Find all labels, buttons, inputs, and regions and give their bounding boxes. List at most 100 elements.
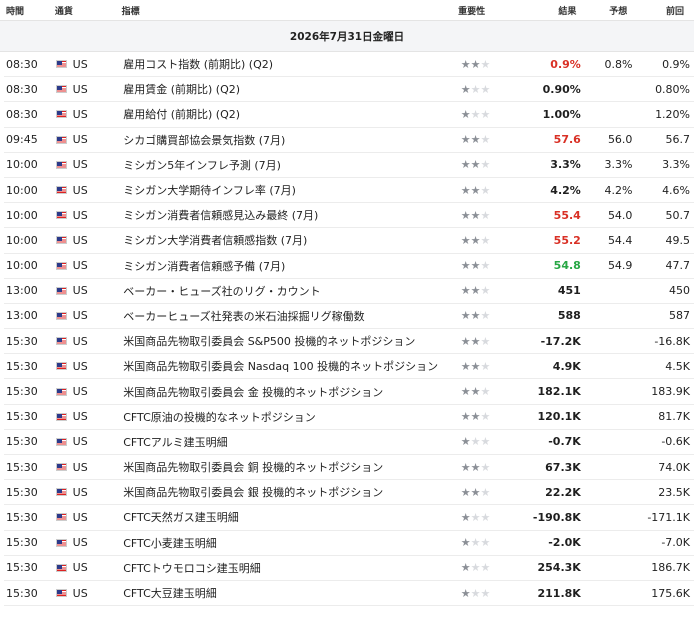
us-flag-icon [55,538,67,547]
star-icon: ★ [460,435,471,449]
star-icon: ★ [480,334,491,348]
event-name[interactable]: ミシガン大学期待インフレ率 (7月) [115,182,461,198]
event-name[interactable]: 米国商品先物取引委員会 Nasdaq 100 投機的ネットポジション [115,358,461,374]
star-icon: ★ [460,133,471,147]
event-name[interactable]: CFTC小麦建玉明細 [115,535,461,551]
event-name[interactable]: 米国商品先物取引委員会 銀 投機的ネットポジション [115,484,461,500]
event-time: 15:30 [6,460,38,474]
star-icon: ★ [480,82,491,96]
table-row[interactable]: 10:00 US ミシガン大学消費者信頼感指数 (7月) ★★★ 55.2 54.4 49.… [4,228,694,254]
us-flag-icon [55,261,67,270]
star-icon: ★ [470,259,481,273]
table-row[interactable]: 08:30 US 雇用賃金 (前期比) (Q2) ★★★ 0.90% 0.80% [4,77,694,103]
table-row[interactable]: 15:30 US CFTC原油の投機的なネットポジション ★★★ 120.1K 81.7K [4,404,694,430]
currency-code: US [72,510,88,524]
event-name[interactable]: ミシガン消費者信頼感予備 (7月) [115,258,461,274]
event-name[interactable]: ミシガン消費者信頼感見込み最終 (7月) [115,207,461,223]
event-currency: US [55,461,116,474]
currency-code: US [72,561,88,575]
table-row[interactable]: 15:30 US CFTC小麦建玉明細 ★★★ -2.0K -7.0K [4,531,694,556]
table-row[interactable]: 15:30 US CFTC天然ガス建玉明細 ★★★ -190.8K -171.1K [4,505,694,531]
table-row[interactable]: 10:00 US ミシガン消費者信頼感予備 (7月) ★★★ 54.8 54.9 47.7 [4,253,694,279]
table-row[interactable]: 15:30 US 米国商品先物取引委員会 銅 投機的ネットポジション ★★★ 67.3K… [4,455,694,481]
event-name[interactable]: CFTCトウモロコシ建玉明細 [115,560,461,576]
us-flag-icon [55,110,67,119]
currency-code: US [72,133,88,147]
event-name[interactable]: 雇用コスト指数 (前期比) (Q2) [115,56,461,72]
star-icon: ★ [470,57,481,71]
table-row[interactable]: 15:30 US CFTCトウモロコシ建玉明細 ★★★ 254.3K 186.7K [4,555,694,581]
table-row[interactable]: 13:00 US ベーカー・ヒューズ社のリグ・カウント ★★★ 451 450 [4,279,694,304]
currency-code: US [72,485,88,499]
event-actual: -190.8K [532,510,581,524]
event-currency: US [55,510,116,524]
header-importance[interactable]: 重要性 [456,4,523,17]
event-name[interactable]: シカゴ購買部協会景気指数 (7月) [115,132,461,148]
header-previous[interactable]: 前回 [627,4,694,17]
event-name[interactable]: ミシガン大学消費者信頼感指数 (7月) [115,232,461,248]
table-row[interactable]: 15:30 US CFTC大豆建玉明細 ★★★ 211.8K 175.6K [4,581,694,607]
event-name[interactable]: ベーカーヒューズ社発表の米石油採掘リグ稼働数 [115,308,461,324]
header-indicator[interactable]: 指標 [114,4,456,17]
event-name[interactable]: CFTC原油の投機的なネットポジション [115,409,461,425]
event-previous: 450 [669,284,691,298]
header-forecast[interactable]: 予想 [576,4,627,17]
table-row[interactable]: 15:30 US 米国商品先物取引委員会 金 投機的ネットポジション ★★★ 182.1… [4,379,694,405]
star-icon: ★ [480,57,491,71]
event-time: 10:00 [6,233,38,247]
currency-code: US [72,183,88,197]
event-name[interactable]: 雇用賃金 (前期比) (Q2) [115,81,461,97]
event-currency: US [55,435,116,449]
event-name[interactable]: CFTC大豆建玉明細 [115,585,461,601]
table-row[interactable]: 15:30 US 米国商品先物取引委員会 S&P500 投機的ネットポジション ★★★… [4,329,694,355]
event-actual: 0.9% [550,57,581,71]
event-forecast: 0.8% [604,57,633,71]
header-actual[interactable]: 結果 [523,4,576,17]
currency-code: US [72,309,88,323]
event-name[interactable]: CFTCアルミ建玉明細 [115,434,461,450]
event-name[interactable]: ミシガン5年インフレ予測 (7月) [115,157,461,173]
event-time: 15:30 [6,536,38,550]
star-icon: ★ [470,359,481,373]
star-icon: ★ [480,359,491,373]
event-actual: 3.3% [550,158,581,172]
importance-stars: ★★★ [461,410,527,423]
importance-stars: ★★★ [461,58,527,71]
header-time[interactable]: 時間 [0,4,55,17]
table-row[interactable]: 10:00 US ミシガン消費者信頼感見込み最終 (7月) ★★★ 55.4 54.0 50… [4,203,694,229]
us-flag-icon [55,513,67,522]
star-icon: ★ [460,233,471,247]
star-icon: ★ [470,485,481,499]
event-time: 10:00 [6,183,38,197]
table-row[interactable]: 15:30 US CFTCアルミ建玉明細 ★★★ -0.7K -0.6K [4,430,694,455]
event-actual: 55.4 [553,208,581,222]
currency-code: US [72,586,88,600]
importance-stars: ★★★ [461,360,527,373]
event-name[interactable]: 米国商品先物取引委員会 銅 投機的ネットポジション [115,459,461,475]
header-currency[interactable]: 通貨 [55,4,114,17]
event-name[interactable]: 米国商品先物取引委員会 S&P500 投機的ネットポジション [115,333,461,349]
event-name[interactable]: ベーカー・ヒューズ社のリグ・カウント [115,283,461,299]
table-row[interactable]: 09:45 US シカゴ購買部協会景気指数 (7月) ★★★ 57.6 56.0 56.7 [4,128,694,153]
importance-stars: ★★★ [461,461,527,474]
table-row[interactable]: 15:30 US 米国商品先物取引委員会 銀 投機的ネットポジション ★★★ 22.2K… [4,480,694,506]
table-row[interactable]: 10:00 US ミシガン5年インフレ予測 (7月) ★★★ 3.3% 3.3% 3.3% [4,152,694,178]
event-name[interactable]: 雇用給付 (前期比) (Q2) [115,106,461,122]
us-flag-icon [55,563,67,572]
star-icon: ★ [470,435,481,449]
star-icon: ★ [460,57,471,71]
importance-stars: ★★★ [461,133,527,146]
importance-stars: ★★★ [461,511,527,524]
us-flag-icon [55,412,67,421]
table-row[interactable]: 15:30 US 米国商品先物取引委員会 Nasdaq 100 投機的ネットポジショ… [4,354,694,380]
event-name[interactable]: 米国商品先物取引委員会 金 投機的ネットポジション [115,384,461,400]
table-row[interactable]: 08:30 US 雇用給付 (前期比) (Q2) ★★★ 1.00% 1.20% [4,102,694,128]
event-name[interactable]: CFTC天然ガス建玉明細 [115,509,461,525]
table-row[interactable]: 08:30 US 雇用コスト指数 (前期比) (Q2) ★★★ 0.9% 0.8% 0.9% [4,52,694,78]
table-row[interactable]: 10:00 US ミシガン大学期待インフレ率 (7月) ★★★ 4.2% 4.2% 4.6% [4,178,694,204]
us-flag-icon [55,160,67,169]
table-row[interactable]: 13:00 US ベーカーヒューズ社発表の米石油採掘リグ稼働数 ★★★ 588 587 [4,303,694,330]
currency-code: US [72,435,88,449]
star-icon: ★ [460,107,471,121]
event-currency: US [55,259,116,272]
